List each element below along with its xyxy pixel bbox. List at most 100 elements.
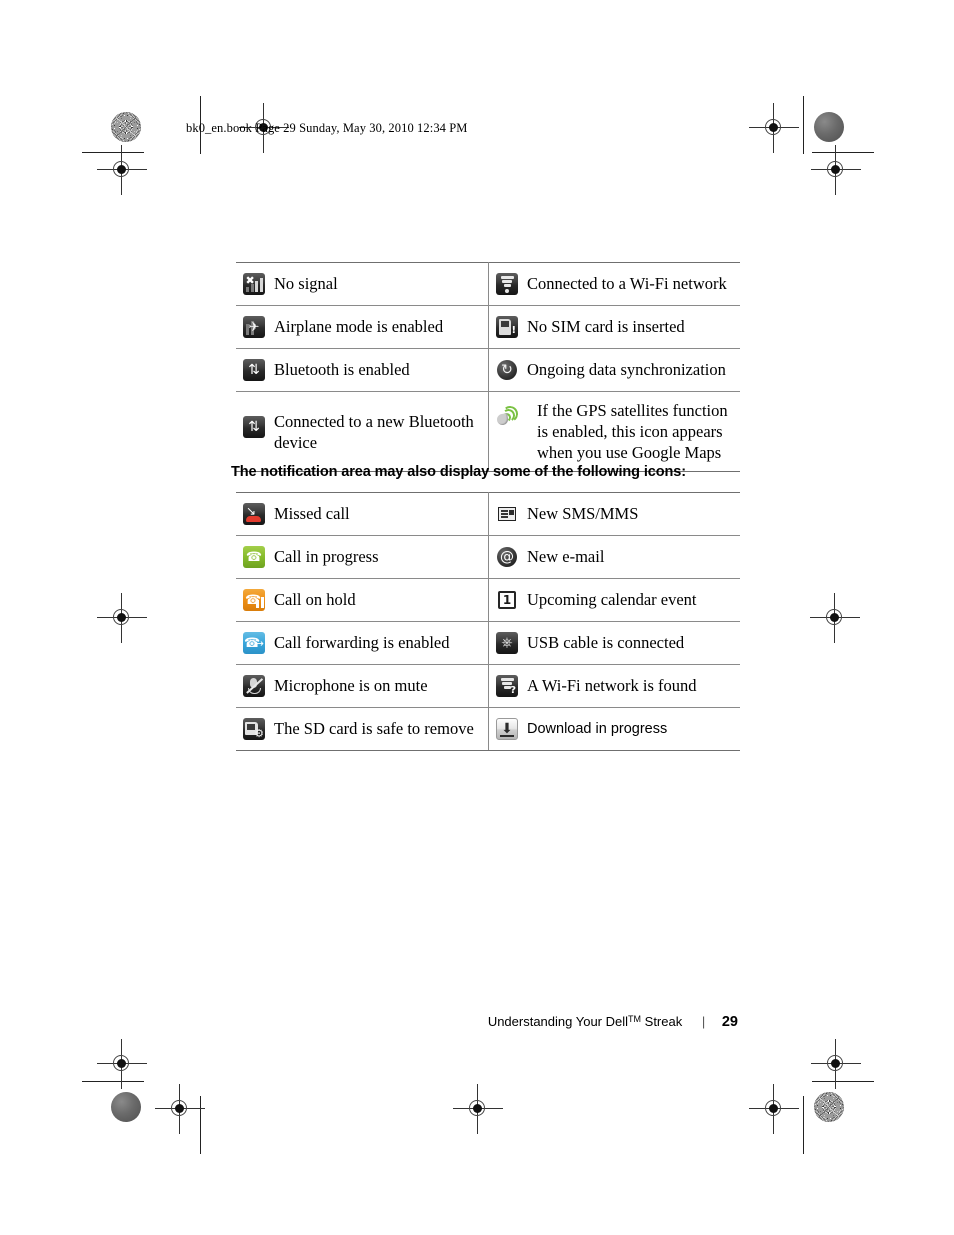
- table-row: ✖ No signal Connected to a Wi-Fi network: [236, 262, 740, 306]
- section-heading: The notification area may also display s…: [231, 464, 686, 480]
- notification-icon-table: ↘ Missed call New SMS/MMS ☎ Call in prog…: [236, 492, 740, 751]
- calendar-event-icon: [496, 589, 518, 611]
- status-label: Airplane mode is enabled: [274, 317, 444, 337]
- registration-mark-bottom-center: [453, 1084, 503, 1134]
- call-forwarding-icon: ☎ →: [243, 632, 265, 654]
- usb-connected-icon: ⎈: [496, 632, 518, 654]
- bluetooth-connected-icon: ⇅: [243, 415, 265, 438]
- registration-mark-lower-right: [811, 1039, 861, 1089]
- status-label: Bluetooth is enabled: [274, 360, 410, 380]
- status-cell-no-sim: ! No SIM card is inserted: [489, 306, 740, 348]
- status-cell-wifi-connected: Connected to a Wi-Fi network: [489, 263, 740, 305]
- status-cell-no-signal: ✖ No signal: [236, 263, 488, 305]
- status-cell-bluetooth: ⇅ Bluetooth is enabled: [236, 349, 488, 391]
- notification-label: Missed call: [274, 504, 350, 524]
- notification-label: Upcoming calendar event: [527, 590, 697, 610]
- missed-call-icon: ↘: [243, 503, 265, 525]
- footer-title: Understanding Your Dell: [487, 1014, 629, 1029]
- download-progress-icon: ⬇: [496, 718, 518, 740]
- crop-line-bottom-right-vertical: [803, 1096, 804, 1154]
- microphone-mute-icon: [243, 675, 265, 697]
- airplane-mode-icon: ✈: [243, 316, 265, 338]
- footer-title-rest: Streak: [641, 1014, 683, 1029]
- no-sim-card-icon: !: [496, 316, 518, 338]
- notification-cell-call-on-hold: ☎ Call on hold: [236, 579, 488, 621]
- notification-cell-call-forwarding: ☎ → Call forwarding is enabled: [236, 622, 488, 664]
- bluetooth-icon: ⇅: [243, 359, 265, 381]
- notification-label: Download in progress: [527, 720, 668, 737]
- registration-mark-upper-left: [97, 145, 147, 195]
- call-in-progress-icon: ☎: [243, 546, 265, 568]
- table-row: ⇅ Bluetooth is enabled Ongoing data sync…: [236, 348, 740, 392]
- call-on-hold-icon: ☎: [243, 589, 265, 611]
- registration-mark-mid-right: [810, 593, 860, 643]
- table-row: ☎ → Call forwarding is enabled ⎈ USB cab…: [236, 621, 740, 665]
- book-header-text: bk0_en.book Page 29 Sunday, May 30, 2010…: [186, 121, 468, 135]
- notification-label: Call in progress: [274, 547, 379, 567]
- notification-label: A Wi-Fi network is found: [527, 676, 697, 696]
- notification-icon-table-wrapper: ↘ Missed call New SMS/MMS ☎ Call in prog…: [236, 492, 740, 751]
- notification-label: USB cable is connected: [527, 633, 685, 653]
- notification-label: Call on hold: [274, 590, 356, 610]
- status-icon-table: ✖ No signal Connected to a Wi-Fi network: [236, 262, 740, 473]
- wifi-connected-icon: [496, 273, 518, 295]
- status-cell-airplane-mode: ✈ Airplane mode is enabled: [236, 306, 488, 348]
- table-row: ↘ Missed call New SMS/MMS: [236, 492, 740, 536]
- notification-cell-missed-call: ↘ Missed call: [236, 493, 488, 535]
- status-cell-gps: If the GPS satellites function is enable…: [489, 392, 740, 471]
- notification-cell-call-in-progress: ☎ Call in progress: [236, 536, 488, 578]
- footer-trademark: TM: [628, 1014, 642, 1024]
- notification-cell-usb-connected: ⎈ USB cable is connected: [489, 622, 740, 664]
- new-email-icon: [496, 546, 518, 568]
- table-row: Microphone is on mute ? A Wi-Fi network …: [236, 664, 740, 708]
- moire-target-bottom-right: [814, 1092, 844, 1122]
- status-label: No signal: [274, 274, 338, 294]
- moire-target-top-left: [111, 112, 141, 142]
- data-sync-icon: [496, 359, 518, 381]
- registration-mark-top-right: [749, 103, 799, 153]
- notification-cell-calendar-event: Upcoming calendar event: [489, 579, 740, 621]
- registration-mark-bottom-left: [155, 1084, 205, 1134]
- status-cell-data-sync: Ongoing data synchronization: [489, 349, 740, 391]
- notification-cell-new-sms: New SMS/MMS: [489, 493, 740, 535]
- registration-mark-upper-right: [811, 145, 861, 195]
- notification-label: New SMS/MMS: [527, 504, 639, 524]
- crop-line-bottom-left-horizontal: [82, 1081, 144, 1082]
- wifi-found-icon: ?: [496, 675, 518, 697]
- status-label: Ongoing data synchronization: [527, 360, 726, 380]
- page-footer: Understanding Your DellTM Streak | 29: [0, 1014, 954, 1030]
- notification-label: New e-mail: [527, 547, 605, 567]
- solid-target-bottom-left: [111, 1092, 141, 1122]
- registration-mark-bottom-right: [749, 1084, 799, 1134]
- notification-cell-sd-card-safe: ⚙ The SD card is safe to remove: [236, 708, 488, 750]
- sd-card-safe-icon: ⚙: [243, 718, 265, 740]
- status-label: If the GPS satellites function is enable…: [537, 401, 728, 463]
- status-label: Connected to a new Bluetooth device: [274, 411, 474, 452]
- crop-line-bottom-left-vertical: [200, 1096, 201, 1154]
- new-sms-mms-icon: [496, 503, 518, 525]
- solid-target-top-right: [814, 112, 844, 142]
- notification-cell-microphone-mute: Microphone is on mute: [236, 665, 488, 707]
- status-label: No SIM card is inserted: [527, 317, 685, 337]
- notification-cell-new-email: New e-mail: [489, 536, 740, 578]
- registration-mark-lower-left: [97, 1039, 147, 1089]
- table-row: ⚙ The SD card is safe to remove ⬇ Downlo…: [236, 707, 740, 751]
- table-row: ☎ Call in progress New e-mail: [236, 535, 740, 579]
- notification-label: The SD card is safe to remove: [274, 719, 474, 739]
- gps-icon: [496, 404, 520, 427]
- notification-label: Call forwarding is enabled: [274, 633, 450, 653]
- crop-line-top-right-vertical: [803, 96, 804, 154]
- notification-label: Microphone is on mute: [274, 676, 428, 696]
- notification-cell-download-progress: ⬇ Download in progress: [489, 708, 740, 750]
- table-row: ⇅ Connected to a new Bluetooth device If…: [236, 391, 740, 473]
- status-icon-table-wrapper: ✖ No signal Connected to a Wi-Fi network: [236, 262, 740, 473]
- notification-cell-wifi-found: ? A Wi-Fi network is found: [489, 665, 740, 707]
- registration-mark-mid-left: [97, 593, 147, 643]
- table-row: ☎ Call on hold Upcoming calendar event: [236, 578, 740, 622]
- status-cell-bluetooth-connected: ⇅ Connected to a new Bluetooth device: [236, 403, 488, 461]
- footer-separator: |: [701, 1014, 706, 1029]
- table-row: ✈ Airplane mode is enabled ! No SIM card…: [236, 305, 740, 349]
- status-label: Connected to a Wi-Fi network: [527, 274, 727, 294]
- page-number: 29: [721, 1014, 738, 1030]
- crop-line-bottom-right-horizontal: [812, 1081, 874, 1082]
